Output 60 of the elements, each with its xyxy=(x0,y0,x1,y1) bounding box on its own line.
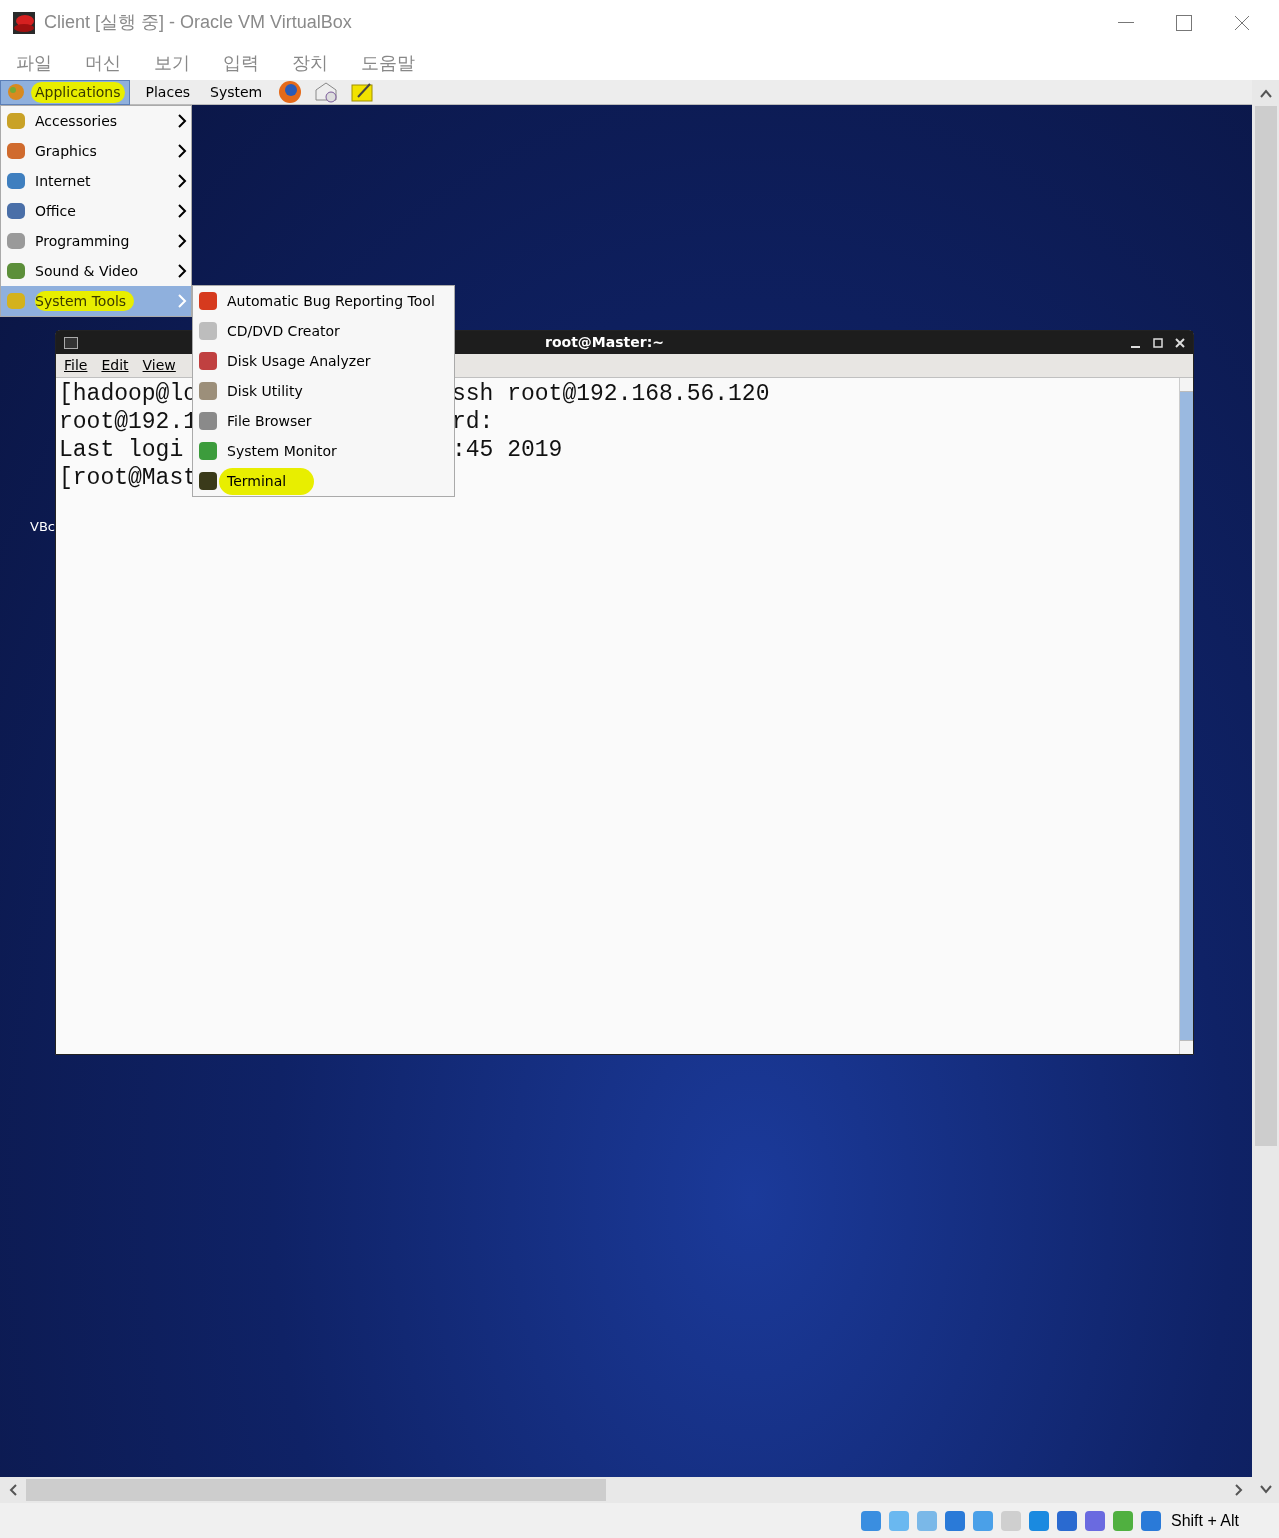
terminal-icon xyxy=(197,470,219,492)
firefox-icon[interactable] xyxy=(278,80,303,104)
menu-item[interactable]: Programming xyxy=(1,226,191,256)
chevron-right-icon xyxy=(177,264,187,278)
app-icon xyxy=(12,10,36,35)
maximize-button[interactable] xyxy=(1153,337,1163,348)
menu-item[interactable]: 파일 xyxy=(16,49,52,76)
menu-item[interactable]: 도움말 xyxy=(361,49,415,76)
menu-item[interactable]: Office xyxy=(1,196,191,226)
menu-item[interactable]: Accessories xyxy=(1,106,191,136)
menu-item[interactable]: System Monitor xyxy=(193,436,454,466)
menu-item[interactable]: 장치 xyxy=(292,49,328,76)
scrollbar[interactable] xyxy=(1179,378,1193,1054)
status-icon[interactable] xyxy=(1082,1508,1107,1533)
menu-item[interactable]: 보기 xyxy=(154,49,190,76)
desktop-icon-label: VBc xyxy=(30,518,55,536)
status-icon[interactable] xyxy=(1026,1508,1051,1533)
panel-menu[interactable]: Applications xyxy=(0,79,130,105)
menu-item[interactable]: Internet xyxy=(1,166,191,196)
menu-item[interactable]: CD/DVD Creator xyxy=(193,316,454,346)
host-key-label: Shift + Alt xyxy=(1170,1510,1239,1531)
terminal-menu-item[interactable]: View xyxy=(142,355,176,376)
status-icon[interactable] xyxy=(858,1508,883,1533)
menu-item[interactable]: 머신 xyxy=(85,49,121,76)
chevron-right-icon[interactable] xyxy=(1235,1484,1243,1496)
chevron-right-icon xyxy=(177,114,187,128)
menu-item[interactable]: Disk Usage Analyzer xyxy=(193,346,454,376)
panel-menu[interactable]: System xyxy=(206,79,267,105)
terminal-line: :45 2019 xyxy=(452,436,563,464)
horizontal-scrollbar[interactable] xyxy=(0,1477,1252,1503)
vertical-scrollbar[interactable] xyxy=(1252,80,1279,1503)
menu-item[interactable]: Sound & Video xyxy=(1,256,191,286)
terminal-icon xyxy=(64,336,78,349)
note-pencil-icon[interactable] xyxy=(350,81,375,103)
minimize-icon xyxy=(1118,21,1134,24)
terminal-menu-item[interactable]: Edit xyxy=(101,355,129,376)
menu-item[interactable]: Graphics xyxy=(1,136,191,166)
status-icon[interactable] xyxy=(942,1508,967,1533)
status-icon[interactable] xyxy=(1138,1508,1163,1533)
close-button[interactable] xyxy=(1175,337,1185,348)
close-icon xyxy=(1234,14,1250,31)
chevron-left-icon[interactable] xyxy=(9,1484,17,1496)
terminal-line: Last logi xyxy=(59,436,184,464)
window-title: Client [실행 중] - Oracle VM VirtualBox xyxy=(44,11,352,34)
terminal-line: rd: xyxy=(452,408,494,436)
chevron-right-icon xyxy=(177,204,187,218)
terminal-menu-item[interactable]: File xyxy=(64,355,88,376)
chevron-right-icon xyxy=(177,294,187,308)
chevron-right-icon xyxy=(177,234,187,248)
chevron-right-icon xyxy=(177,144,187,158)
maximize-icon xyxy=(1176,14,1192,31)
menu-item[interactable]: Automatic Bug Reporting Tool xyxy=(193,286,454,316)
menu-item[interactable]: System Tools xyxy=(1,286,191,316)
terminal-line: ssh root@192.168.56.120 xyxy=(452,380,770,408)
status-icon[interactable] xyxy=(1054,1508,1079,1533)
menu-item[interactable]: 입력 xyxy=(223,49,259,76)
chevron-right-icon xyxy=(177,174,187,188)
panel-menu[interactable]: Places xyxy=(141,79,195,105)
status-icon[interactable] xyxy=(1110,1508,1135,1533)
status-icon[interactable] xyxy=(970,1508,995,1533)
